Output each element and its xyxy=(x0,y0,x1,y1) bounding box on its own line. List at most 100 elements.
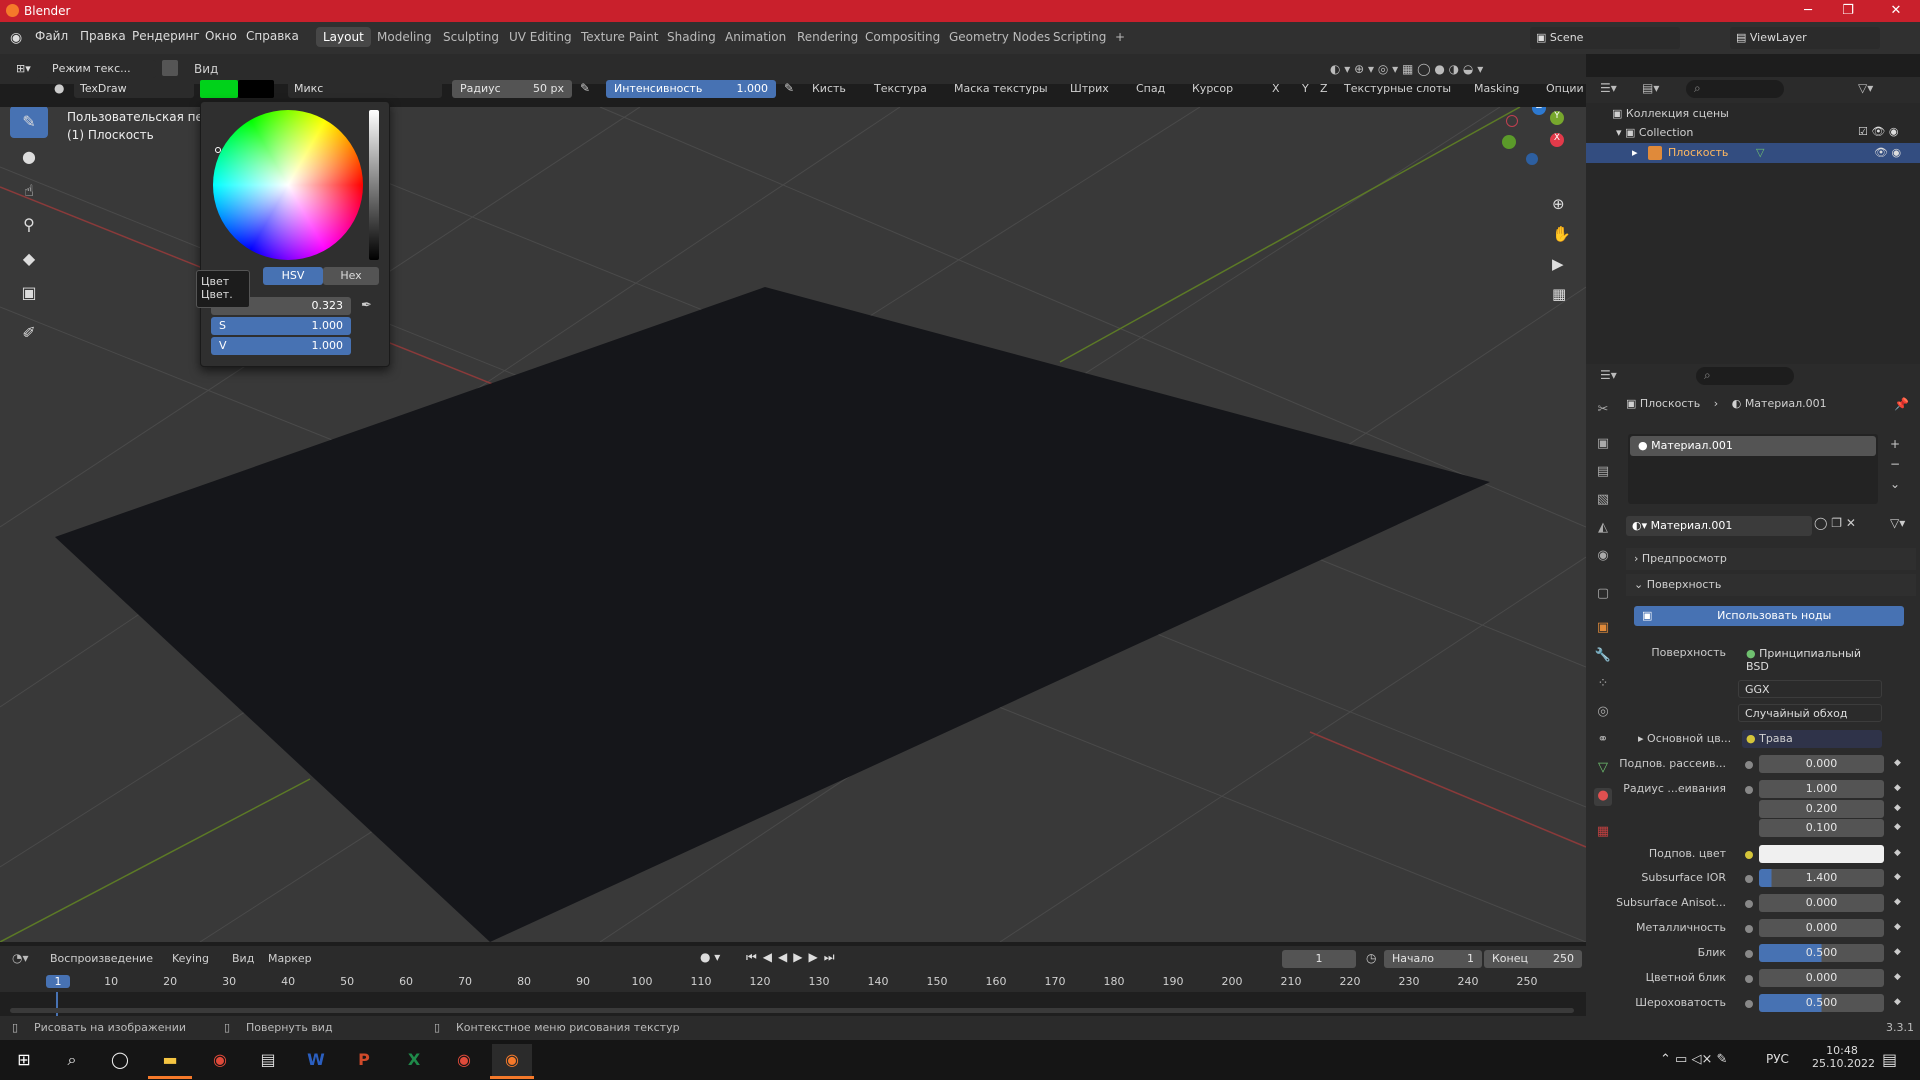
tab-hsv[interactable]: HSV xyxy=(263,267,323,285)
perspective-grid-icon[interactable]: ▦ xyxy=(1552,285,1566,303)
soften-tool-button[interactable]: ● xyxy=(10,141,48,173)
saturation-field[interactable]: S 1.000 xyxy=(211,317,351,335)
excel-icon[interactable]: X xyxy=(394,1044,434,1076)
masking-menu[interactable]: Masking xyxy=(1474,82,1519,95)
smear-tool-button[interactable]: ☝ xyxy=(10,175,48,207)
object-tab-icon[interactable]: ▣ xyxy=(1594,620,1612,638)
brush-selector[interactable]: TexDraw xyxy=(74,80,194,98)
keying-menu[interactable]: Keying xyxy=(172,952,209,965)
texture-mask-menu[interactable]: Маска текстуры xyxy=(954,82,1048,95)
gizmo-z-icon[interactable]: Z xyxy=(1532,107,1546,115)
navigation-gizmo[interactable]: Z X Y xyxy=(1502,107,1572,177)
tab-geometry-nodes[interactable]: Geometry Nodes xyxy=(942,30,1057,44)
tab-rendering[interactable]: Rendering xyxy=(790,30,865,44)
surface-section[interactable]: ⌄ Поверхность xyxy=(1626,574,1916,596)
keyframe-dot-icon[interactable]: ◆ xyxy=(1894,922,1901,932)
object-visibility-icons[interactable]: 👁 ◉ xyxy=(1874,146,1901,159)
zoom-icon[interactable]: ⊕ xyxy=(1552,195,1565,213)
timeline-editor-icon[interactable]: ◔▾ xyxy=(12,951,29,965)
menu-file[interactable]: Файл xyxy=(35,29,68,43)
search-icon[interactable]: ⌕ xyxy=(52,1044,92,1076)
current-frame-field[interactable]: 1 xyxy=(1282,950,1356,968)
camera-icon[interactable]: ▶ xyxy=(1552,255,1564,273)
timeline-area[interactable]: 1 10 20 30 40 50 60 70 80 90 100 110 120 130 140 150 160… xyxy=(0,972,1586,1016)
browse-nodes-icon[interactable]: ▽▾ xyxy=(1890,516,1905,530)
blender-menu-icon[interactable]: ◉ xyxy=(10,30,22,46)
keyframe-dot-icon[interactable]: ◆ xyxy=(1894,783,1901,793)
file-explorer-icon[interactable]: ▬ xyxy=(150,1044,190,1076)
keyframe-dot-icon[interactable]: ◆ xyxy=(1894,997,1901,1007)
mask-tool-button[interactable]: ▣ xyxy=(10,277,48,309)
restore-button[interactable]: ❐ xyxy=(1828,0,1868,22)
mirror-y[interactable]: Y xyxy=(1302,82,1309,95)
timeline-view-menu[interactable]: Вид xyxy=(232,952,254,965)
socket-dot-icon[interactable] xyxy=(1745,875,1753,883)
filter-icon[interactable]: ▽▾ xyxy=(1858,81,1873,95)
close-button[interactable]: ✕ xyxy=(1876,0,1916,22)
surface-shader-field[interactable]: ● Принципиальный BSD xyxy=(1742,645,1887,673)
strength-pressure-icon[interactable]: ✎ xyxy=(784,81,794,95)
collection-visibility-icons[interactable]: ☑ 👁 ◉ xyxy=(1858,125,1898,138)
particles-tab-icon[interactable]: ⁘ xyxy=(1594,676,1612,694)
editor-type-button[interactable]: ⊞▾ xyxy=(10,60,40,78)
keyframe-dot-icon[interactable]: ◆ xyxy=(1894,897,1901,907)
menu-window[interactable]: Окно xyxy=(205,29,237,43)
tab-texture-paint[interactable]: Texture Paint xyxy=(574,30,665,44)
primary-color-swatch[interactable] xyxy=(200,80,238,98)
tab-hex[interactable]: Hex xyxy=(323,267,379,285)
mode-selector[interactable]: Режим текс... xyxy=(46,60,156,78)
prop-value-field[interactable] xyxy=(1759,845,1884,863)
stroke-menu[interactable]: Штрих xyxy=(1070,82,1109,95)
viewlayer-selector[interactable]: ▤ ViewLayer xyxy=(1730,27,1880,49)
display-mode-icon[interactable]: ▤▾ xyxy=(1642,81,1659,95)
keyframe-dot-icon[interactable]: ◆ xyxy=(1894,972,1901,982)
start-frame-field[interactable]: Начало 1 xyxy=(1384,950,1482,968)
blender-taskbar-icon[interactable]: ◉ xyxy=(492,1044,532,1076)
gizmo-neg-z-icon[interactable] xyxy=(1526,153,1538,165)
annotate-tool-button[interactable]: ✐ xyxy=(10,317,48,349)
fill-tool-button[interactable]: ◆ xyxy=(10,243,48,275)
base-color-label[interactable]: ▸ Основной цв... xyxy=(1638,732,1731,745)
prop-value-field[interactable]: 1.000 xyxy=(1759,780,1884,798)
distribution-select[interactable]: GGX xyxy=(1738,680,1882,698)
gizmo-x-icon[interactable]: X xyxy=(1550,133,1564,147)
keyframe-dot-icon[interactable]: ◆ xyxy=(1894,758,1901,768)
gizmo-y-icon[interactable]: Y xyxy=(1550,111,1564,125)
clock-icon[interactable]: ◷ xyxy=(1366,951,1376,965)
prop-value-field[interactable]: 0.500 xyxy=(1759,994,1884,1012)
keyframe-dot-icon[interactable]: ◆ xyxy=(1894,872,1901,882)
slot-buttons[interactable]: + − ⌄ xyxy=(1890,434,1900,494)
texture-menu[interactable]: Текстура xyxy=(874,82,927,95)
keyframe-dot-icon[interactable]: ◆ xyxy=(1894,803,1901,813)
render-tab-icon[interactable]: ▣ xyxy=(1594,436,1612,454)
mirror-z[interactable]: Z xyxy=(1320,82,1328,95)
tab-compositing[interactable]: Compositing xyxy=(858,30,947,44)
powerpoint-icon[interactable]: P xyxy=(344,1044,384,1076)
tray-icons[interactable]: ⌃ ▭ ◁× ✎ xyxy=(1660,1052,1727,1067)
pin-icon[interactable]: 📌 xyxy=(1894,397,1909,411)
clone-tool-button[interactable]: ⚲ xyxy=(10,209,48,241)
prop-value-field[interactable]: 0.000 xyxy=(1759,755,1884,773)
files-icon[interactable]: ▤ xyxy=(248,1044,288,1076)
add-workspace-button[interactable]: + xyxy=(1108,30,1132,44)
blend-mode-selector[interactable]: Микс xyxy=(288,80,442,98)
socket-dot-icon[interactable] xyxy=(1745,1000,1753,1008)
language-indicator[interactable]: РУС xyxy=(1766,1052,1789,1066)
prop-value-field[interactable]: 0.000 xyxy=(1759,894,1884,912)
viewport-shading-icons[interactable]: ◐ ▾ ⊕ ▾ ◎ ▾ ▦ ◯ ● ◑ ◒ ▾ xyxy=(1330,62,1483,76)
socket-dot-icon[interactable] xyxy=(1745,786,1753,794)
menu-render[interactable]: Рендеринг xyxy=(132,29,200,43)
mirror-x[interactable]: X xyxy=(1272,82,1280,95)
playback-menu[interactable]: Воспроизведение xyxy=(50,952,153,965)
minimize-button[interactable]: ─ xyxy=(1788,0,1828,22)
tab-scripting[interactable]: Scripting xyxy=(1046,30,1113,44)
value-field[interactable]: V 1.000 xyxy=(211,337,351,355)
prop-value-field[interactable]: 0.200 xyxy=(1759,800,1884,818)
socket-dot-icon[interactable] xyxy=(1745,925,1753,933)
view-menu[interactable]: Вид xyxy=(194,62,218,76)
material-slot-item[interactable]: ● Материал.001 xyxy=(1630,436,1876,456)
keyframe-dot-icon[interactable]: ◆ xyxy=(1894,822,1901,832)
outliner-collection[interactable]: ▾ ▣ Collection xyxy=(1616,126,1693,139)
cortana-icon[interactable]: ◯ xyxy=(100,1044,140,1076)
radius-field[interactable]: Радиус 50 px xyxy=(452,80,572,98)
